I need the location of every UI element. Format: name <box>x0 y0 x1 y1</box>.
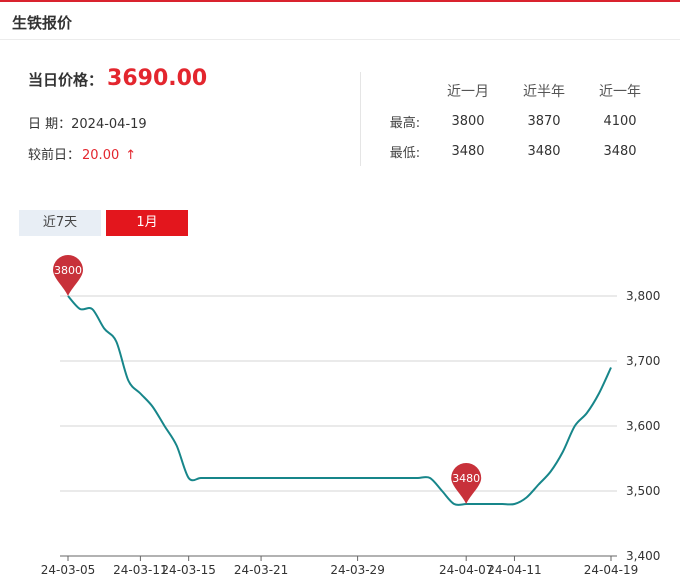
x-tick-label: 24-03-15 <box>161 563 215 577</box>
x-tick-label: 24-03-29 <box>330 563 384 577</box>
stats-column-header: 近半年 <box>523 84 565 100</box>
data-label: 3800 <box>54 264 82 277</box>
date-value: 2024-04-19 <box>71 117 147 132</box>
stats-row-label: 最高: <box>389 115 421 131</box>
price-line-chart: 3,400 3,500 3,600 3,700 3,800 24-03-05 24-03-1… <box>41 255 660 577</box>
stats-cell: 3480 <box>603 143 637 159</box>
x-tick-label: 24-03-21 <box>234 563 288 577</box>
current-price-value: 3690.00 <box>107 66 208 91</box>
stats-row-low: 最低: 3480 3480 3480 <box>380 136 670 166</box>
tab-7-days[interactable]: 近7天 <box>19 210 101 236</box>
y-tick-label: 3,700 <box>626 354 660 368</box>
y-tick-label: 3,400 <box>626 549 660 563</box>
stats-cell: 3870 <box>527 113 561 129</box>
page-title: 生铁报价 <box>12 14 73 32</box>
x-tick-label: 24-04-19 <box>584 563 638 577</box>
current-price-label: 当日价格： <box>28 71 104 89</box>
stats-cell: 3480 <box>451 143 485 159</box>
change-row: 较前日： 20.00 ↑ <box>28 144 136 163</box>
price-range-table: 近一月 近半年 近一年 最高: 3800 3870 4100 最低: 3480 … <box>380 76 670 166</box>
stats-column-header: 近一月 <box>447 84 489 100</box>
x-tick-label: 24-04-07 <box>439 563 493 577</box>
series-line <box>67 295 612 506</box>
change-label: 较前日： <box>28 148 81 163</box>
stats-column-header: 近一年 <box>599 84 641 100</box>
stats-header-row: 近一月 近半年 近一年 <box>380 76 670 106</box>
date-label: 日 期： <box>28 117 72 132</box>
stats-cell: 3800 <box>451 113 485 129</box>
y-tick-label: 3,800 <box>626 289 660 303</box>
change-value: 20.00 <box>82 148 120 163</box>
stats-row-high: 最高: 3800 3870 4100 <box>380 106 670 136</box>
range-tabs: 近7天 1月 <box>19 210 188 236</box>
y-tick-label: 3,600 <box>626 419 660 433</box>
x-tick-label: 24-03-11 <box>113 563 167 577</box>
stats-cell: 4100 <box>603 113 637 129</box>
vertical-divider <box>360 72 361 166</box>
stats-cell: 3480 <box>527 143 561 159</box>
date-row: 日 期：2024-04-19 <box>28 113 147 132</box>
stats-row-label: 最低: <box>389 145 421 161</box>
arrow-up-icon: ↑ <box>125 148 137 163</box>
current-price-row: 当日价格： 3690.00 <box>28 66 207 91</box>
x-tick-label: 24-04-11 <box>487 563 541 577</box>
tab-1-month[interactable]: 1月 <box>106 210 188 236</box>
data-label: 3480 <box>452 472 480 485</box>
y-tick-label: 3,500 <box>626 484 660 498</box>
x-tick-label: 24-03-05 <box>41 563 95 577</box>
page-header: 生铁报价 <box>0 2 680 40</box>
